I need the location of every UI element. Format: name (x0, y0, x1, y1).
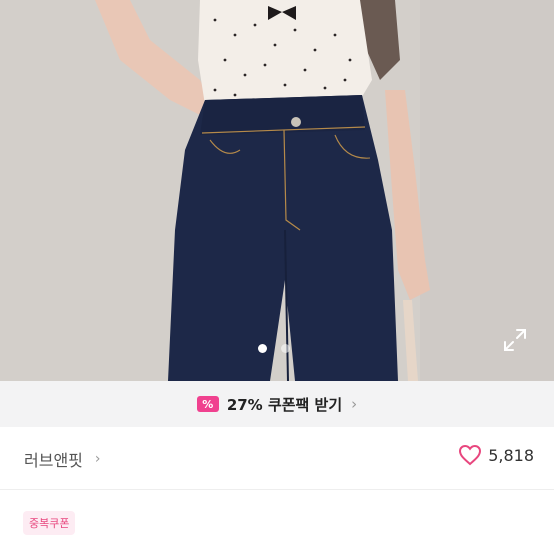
like-count: 5,818 (488, 445, 534, 465)
percent-coupon-icon: % (196, 396, 219, 412)
seller-link[interactable]: 러브앤핏 › (24, 447, 101, 471)
seller-row: 러브앤핏 › 5,818 (0, 427, 554, 490)
chevron-right-icon: › (351, 395, 358, 413)
coupon-icon-glyph: % (202, 397, 214, 411)
expand-icon[interactable] (502, 327, 528, 353)
chevron-right-icon: › (94, 451, 101, 467)
carousel-dot-active[interactable] (258, 344, 267, 353)
like-button[interactable]: 5,818 (458, 444, 534, 466)
product-title-partial (24, 545, 524, 559)
product-image[interactable] (0, 0, 554, 381)
seller-name: 러브앤핏 (24, 451, 83, 470)
coupon-pack-label: 27% 쿠폰팩 받기 (226, 395, 343, 414)
product-photo (0, 0, 554, 381)
coupon-pack-button[interactable]: % 27% 쿠폰팩 받기 › (0, 381, 554, 427)
duplicate-coupon-badge: 중복쿠폰 (23, 511, 76, 535)
carousel-indicator (258, 344, 290, 353)
heart-icon (459, 444, 482, 466)
carousel-dot[interactable] (281, 344, 290, 353)
